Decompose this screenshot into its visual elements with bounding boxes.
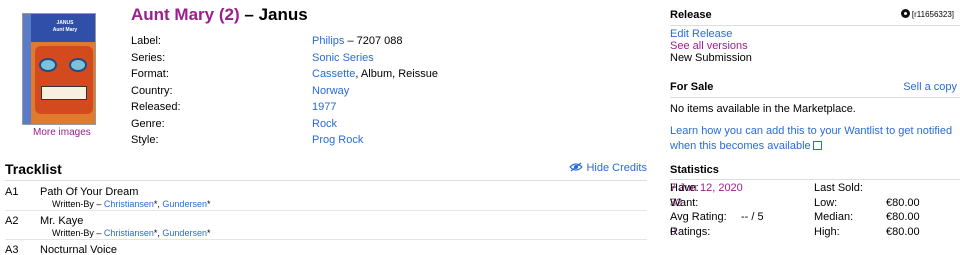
edit-release-link[interactable]: Edit Release [670,28,732,40]
track-credit: Written-By – Christiansen*, Gundersen* [52,228,210,238]
credit-end: * [206,228,211,238]
track-row: A2 Mr. Kaye Written-By – Christiansen*, … [5,211,647,240]
profile-label: Format: [131,68,169,80]
credit-artist-link[interactable]: Gundersen [162,228,207,238]
hide-credits-button[interactable]: Hide Credits [569,162,647,174]
release-id-text: [r11656323] [911,10,954,19]
credit-artist-link[interactable]: Christiansen [104,199,154,209]
credit-role: Written-By – [52,199,102,209]
profile-row-country: Country: Norway [131,83,438,100]
release-section-title: Release [670,9,712,21]
hide-credits-label: Hide Credits [586,162,647,174]
cover-illustration [35,46,93,114]
divider [670,97,960,98]
stat-label-avg-rating: Avg Rating: [670,211,727,223]
stat-row: Ratings: 0 High: €80.00 [670,225,960,240]
cover-text-line2: Aunt Mary [52,27,78,33]
more-images-link[interactable]: More images [33,127,91,138]
cover-eye-right [69,58,87,72]
profile-label: Series: [131,51,166,64]
stat-low-value: €80.00 [886,196,920,209]
album-title: Janus [258,5,308,24]
profile-label: Released: [131,101,181,113]
profile-label: Style: [131,134,159,146]
series-link[interactable]: Sonic Series [312,52,374,64]
profile-label: Country: [131,84,173,97]
credit-end: * [206,199,211,209]
for-sale-section-title: For Sale [670,81,714,93]
profile-row-format: Format: Cassette, Album, Reissue [131,66,438,83]
wantlist-help-link-line1[interactable]: Learn how you can add this to your Wantl… [670,125,952,137]
sell-a-copy-link[interactable]: Sell a copy [903,81,957,93]
label-link[interactable]: Philips [312,35,344,47]
credit-role: Written-By – [52,228,102,238]
see-all-versions-link[interactable]: See all versions [670,40,748,52]
page-title: Aunt Mary (2) – Janus [131,5,308,25]
new-submission-label: New Submission [670,52,752,64]
stat-label-low: Low: [814,196,838,209]
track-title: Mr. Kaye [40,215,84,227]
stat-label-median: Median: [814,211,854,223]
profile-row-series: Series: Sonic Series [131,50,438,67]
cover-teeth [41,86,87,100]
release-profile: Label: Philips – 7207 088 Series: Sonic Se… [131,33,438,149]
format-link[interactable]: Cassette [312,68,355,80]
profile-row-style: Style: Prog Rock [131,132,438,149]
record-icon [900,9,910,18]
track-position: A3 [5,244,19,255]
credit-artist-link[interactable]: Christiansen [104,228,154,238]
profile-row-genre: Genre: Rock [131,116,438,133]
track-title: Path Of Your Dream [40,186,139,198]
track-row: A3 Nocturnal Voice [5,240,647,255]
track-position: A2 [5,215,19,227]
statistics-section-title: Statistics [670,164,719,176]
catalog-number: – 7207 088 [344,35,403,47]
credit-artist-link[interactable]: Gundersen [162,199,207,209]
tracklist-title: Tracklist [5,161,62,177]
title-dash: – [244,5,254,24]
style-link[interactable]: Prog Rock [312,134,363,146]
track-row: A1 Path Of Your Dream Written-By – Chris… [5,182,647,211]
wantlist-help-text: when this becomes available [670,140,811,152]
track-credit: Written-By – Christiansen*, Gundersen* [52,199,210,209]
cover-text: JANUS Aunt Mary [37,20,93,34]
cover-spine [23,14,31,124]
track-title: Nocturnal Voice [40,244,118,255]
track-position: A1 [5,186,19,198]
profile-label: Label: [131,35,161,47]
artist-link[interactable]: Aunt Mary (2) [131,5,240,24]
stat-row: Have: 7 Last Sold: Jun 12, 2020 [670,181,960,196]
tracklist-header: Tracklist Hide Credits [5,160,647,181]
stat-median-value: €80.00 [886,211,920,223]
format-details: , Album, Reissue [355,68,438,80]
stat-label-last-sold: Last Sold: [814,182,863,194]
wantlist-help-link-line2[interactable]: when this becomes available [670,140,822,152]
country-link[interactable]: Norway [312,85,349,97]
profile-row-label: Label: Philips – 7207 088 [131,33,438,50]
marketplace-empty-text: No items available in the Marketplace. [670,103,856,115]
profile-row-released: Released: 1977 [131,99,438,116]
cover-text-line1: JANUS [56,20,74,26]
stat-label-want: Want: [670,196,699,209]
stat-label-high: High: [814,225,840,238]
genre-link[interactable]: Rock [312,118,337,130]
divider [670,25,960,26]
external-link-icon [812,141,822,150]
profile-label: Genre: [131,117,165,130]
cover-eye-left [39,58,57,72]
divider [670,179,960,180]
stat-row: Want: 32 Low: €80.00 [670,196,960,211]
release-id: [r11656323] [900,9,954,19]
stat-label-ratings: Ratings: [670,225,711,238]
stat-label-have: Have: [670,182,699,194]
stat-row: Avg Rating: -- / 5 Median: €80.00 [670,210,960,225]
album-cover-image[interactable]: JANUS Aunt Mary [22,13,96,125]
released-link[interactable]: 1977 [312,101,336,113]
eye-slash-icon [569,162,584,172]
stat-high-value: €80.00 [886,225,920,238]
stat-avg-rating-value: -- / 5 [741,211,764,223]
